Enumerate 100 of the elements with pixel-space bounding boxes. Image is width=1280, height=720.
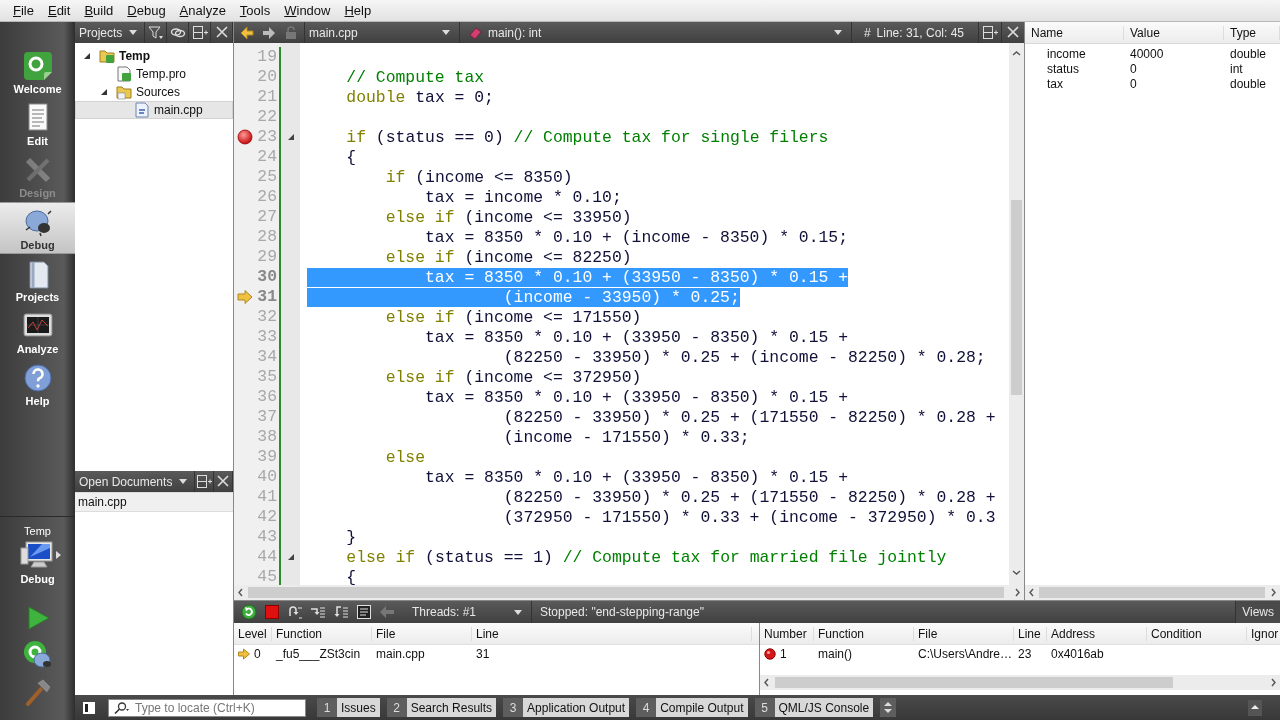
project-icon [99,48,115,64]
list-icon[interactable] [355,604,372,620]
column-header[interactable]: File [914,626,1014,641]
line-number: 43 [255,527,281,547]
menu-item[interactable]: Build [77,2,121,19]
code-line: tax = 8350 * 0.10 + (33950 - 8350) * 0.15 + [424,467,848,487]
table-cell-text: 0 [1129,76,1138,91]
caret-down-icon [128,29,139,36]
step-into-icon[interactable] [309,604,326,620]
step-out-icon[interactable] [332,604,349,620]
line-number: 42 [255,507,281,527]
menu-item[interactable]: Edit [40,2,78,19]
column-header[interactable]: Function [272,626,372,641]
tree-item[interactable]: Sources [75,83,233,101]
table-cell: 1 [780,647,787,661]
debug-run-icon[interactable] [21,638,54,671]
view-selector[interactable]: Projects [75,22,146,43]
close-icon[interactable] [214,25,229,40]
line-number: 28 [255,227,281,247]
horizontal-scrollbar[interactable] [1025,585,1280,600]
caret-up-icon[interactable] [1248,699,1262,716]
column-header[interactable]: Function [814,626,914,641]
sidebar-toggle-icon[interactable] [82,700,96,715]
mode-button[interactable]: Welcome [0,46,75,98]
caret-down-icon [832,29,843,36]
column-header[interactable]: Address [1047,626,1147,641]
search-icon [113,701,129,714]
close-icon[interactable] [216,474,231,489]
column-header[interactable]: Type [1224,25,1280,40]
link-icon[interactable] [169,25,186,40]
code-line: { [345,147,357,167]
line-number: 31 [255,287,281,307]
mode-button[interactable]: Analyze [0,306,75,358]
back-arrow-icon[interactable] [240,25,254,40]
code-line: else if (income <= 171550) [384,307,642,327]
column-header[interactable]: File [372,626,472,641]
column-header[interactable]: Condition [1147,626,1247,641]
table-cell-text: 0x4016ab [1050,647,1105,661]
forward-arrow-icon[interactable] [262,25,276,40]
code-line: // Compute tax [345,67,485,87]
menu-item[interactable]: Help [337,2,379,19]
function-icon [468,25,482,40]
split-icon[interactable] [191,25,208,40]
code-line: else [384,447,426,467]
fold-icon[interactable] [287,553,295,561]
vertical-scrollbar[interactable] [1009,43,1024,585]
kit-selector[interactable]: Temp Debug [0,517,75,599]
fold-icon[interactable] [287,133,295,141]
continue-icon[interactable] [240,604,257,620]
column-header[interactable]: Line [472,626,752,641]
up-down-icon[interactable] [880,698,897,717]
mode-button[interactable]: Debug [0,202,75,254]
column-header[interactable]: Value [1124,25,1224,40]
table-cell-text: 31 [475,647,491,661]
mode-button[interactable]: Help [0,358,75,410]
menu-item[interactable]: Analyze [172,2,233,19]
caret-down-icon [178,478,189,485]
filter-icon[interactable] [147,25,164,40]
expanded-icon[interactable] [83,52,91,60]
code-line: (372950 - 171550) * 0.33 + (income - 372950) * 0.3 [502,507,996,527]
column-header[interactable]: Level [234,626,272,641]
horizontal-scrollbar[interactable] [760,675,1280,690]
menu-item[interactable]: Debug [120,2,173,19]
views-button[interactable]: Views [1235,601,1280,623]
menu-item[interactable]: File [6,2,41,19]
column-header[interactable]: Line [1014,626,1047,641]
step-over-icon[interactable] [286,604,303,620]
line-number: 34 [255,347,281,367]
tree-item[interactable]: Temp.pro [75,65,233,83]
file-icon [116,66,132,82]
mode-button[interactable]: Edit [0,98,75,150]
code-line: double tax = 0; [345,87,494,107]
line-number: 37 [255,407,281,427]
table-cell-text: double [1229,76,1268,91]
table-cell-text: int [1229,61,1244,76]
tree-item[interactable]: Temp [75,47,233,65]
column-header[interactable]: Number [760,626,814,641]
table-cell: 0 [254,647,261,661]
tree-item[interactable]: main.cpp [75,101,233,119]
breakpoint-icon[interactable] [236,129,253,145]
split-icon[interactable] [982,25,998,40]
line-number: 25 [255,167,281,187]
cursor-position[interactable]: Line: 31, Col: 45 [876,25,978,40]
menu-item[interactable]: Window [277,2,338,19]
close-icon[interactable] [1006,25,1020,40]
horizontal-scrollbar[interactable] [234,585,1024,600]
column-header[interactable]: Name [1025,25,1124,40]
code-line: (income - 171550) * 0.33; [502,427,750,447]
table-cell-text: income [1046,46,1087,61]
expanded-icon[interactable] [100,88,108,96]
mode-button[interactable]: Projects [0,254,75,306]
table-cell-text: _fu5___ZSt3cin [275,647,362,661]
menu-item[interactable]: Tools [232,2,278,19]
document-item[interactable]: main.cpp [75,492,233,512]
column-header[interactable]: Ignor [1247,626,1280,641]
line-number: 19 [255,47,281,67]
line-number: 23 [255,127,281,147]
split-icon[interactable] [196,474,213,489]
code-line: else if (status == 1) // Compute tax for married file jointly [345,547,947,567]
locate-field[interactable]: Type to locate (Ctrl+K) [108,698,306,717]
